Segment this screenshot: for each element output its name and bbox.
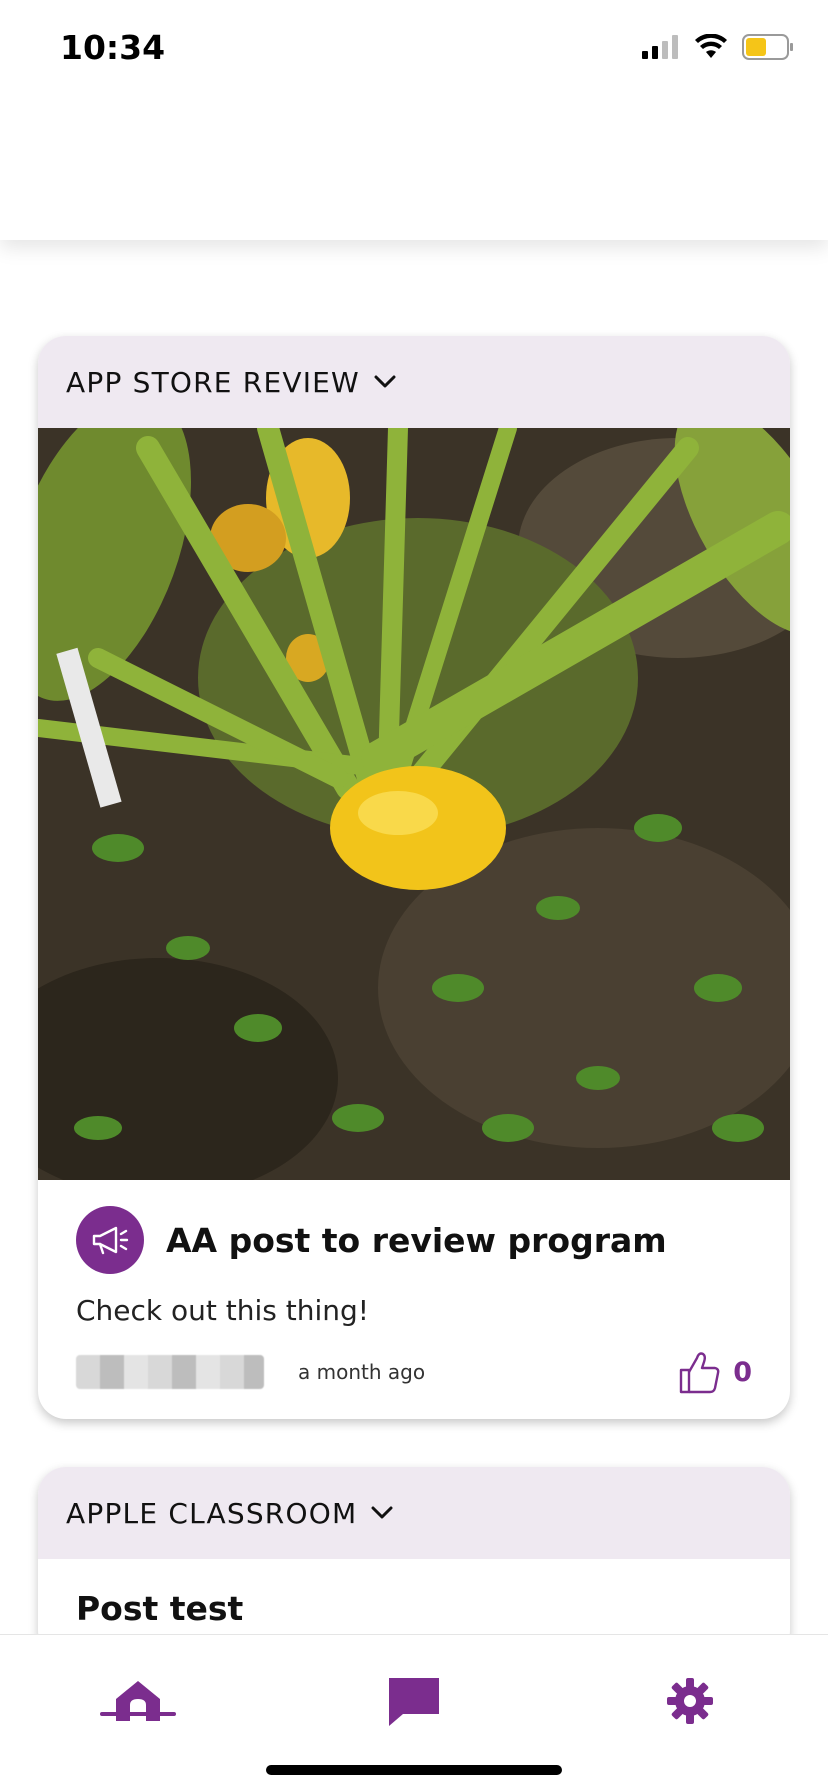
home-indicator[interactable] (266, 1765, 562, 1775)
tab-home[interactable] (98, 1661, 178, 1741)
post-title[interactable]: Post test (76, 1589, 752, 1628)
post-body[interactable]: AA post to review program Check out this… (38, 1180, 790, 1419)
chevron-down-icon[interactable] (371, 1506, 393, 1520)
megaphone-icon (76, 1206, 144, 1274)
group-header[interactable]: APPLE CLASSROOM (38, 1467, 790, 1559)
post-photo[interactable] (38, 428, 790, 1180)
chevron-down-icon[interactable] (374, 375, 396, 389)
post-card[interactable]: APPLE CLASSROOM Post test (38, 1467, 790, 1658)
chat-bubble-icon (389, 1678, 439, 1726)
app-screen: 10:34 APP STORE REVIEW AA post to review… (0, 0, 828, 1792)
author-name-redacted (76, 1355, 264, 1389)
battery-icon (742, 34, 794, 64)
gear-icon (667, 1678, 713, 1724)
tab-settings[interactable] (650, 1661, 730, 1741)
wifi-icon (694, 33, 728, 64)
group-name: APP STORE REVIEW (66, 365, 360, 399)
post-card[interactable]: APP STORE REVIEW AA post to review progr… (38, 336, 790, 1419)
group-name: APPLE CLASSROOM (66, 1496, 358, 1530)
tab-messages[interactable] (374, 1661, 454, 1741)
post-time: a month ago (298, 1360, 426, 1384)
feed[interactable]: APP STORE REVIEW AA post to review progr… (38, 336, 790, 1706)
status-icons (642, 33, 794, 64)
status-time: 10:34 (60, 28, 166, 67)
like-count: 0 (733, 1356, 752, 1388)
home-icon (116, 1681, 160, 1721)
status-bar: 10:34 (0, 0, 828, 100)
post-title[interactable]: AA post to review program (166, 1221, 667, 1260)
post-text: Check out this thing! (76, 1294, 370, 1327)
active-tab-indicator (100, 1712, 176, 1716)
group-header[interactable]: APP STORE REVIEW (38, 336, 790, 428)
cellular-signal-icon (642, 35, 680, 63)
thumbs-up-icon[interactable] (677, 1350, 721, 1394)
post-title-row: AA post to review program (76, 1206, 752, 1274)
like-button[interactable]: 0 (677, 1350, 752, 1394)
post-meta: a month ago 0 (76, 1350, 752, 1394)
